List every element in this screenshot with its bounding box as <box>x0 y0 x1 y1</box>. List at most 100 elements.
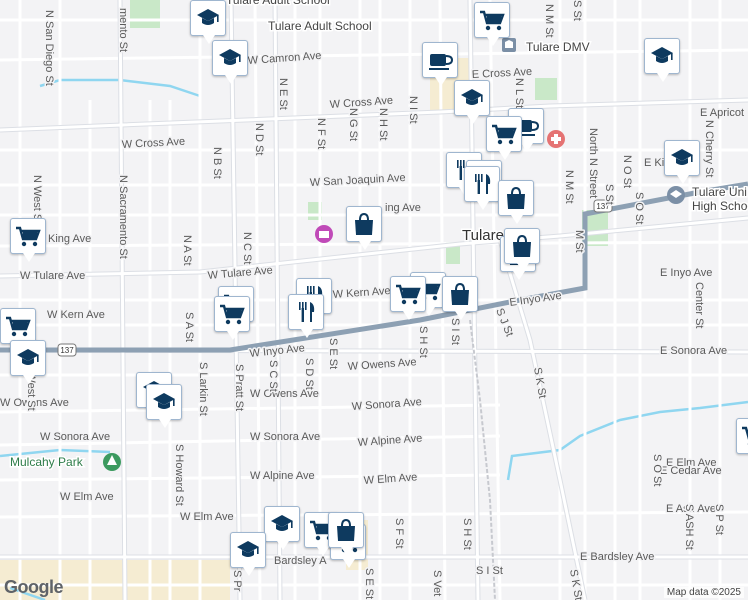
school-marker[interactable] <box>644 38 680 82</box>
city-label: Tulare <box>462 227 504 244</box>
shopping-cart-marker[interactable] <box>390 276 426 320</box>
restaurant-marker[interactable] <box>464 166 500 210</box>
shopping-bag-marker[interactable] <box>442 276 478 320</box>
street-label: North N Street <box>587 128 599 198</box>
street-label: N San Diego St <box>43 10 55 86</box>
street-label: E Sonora Ave <box>660 345 727 357</box>
map-base-layer: 137 137 W Camron Ave W Cross Ave W Cross… <box>0 0 748 600</box>
park-label: Mulcahy Park <box>10 455 84 469</box>
street-label: E Inyo Ave <box>660 267 712 279</box>
school-marker[interactable] <box>212 40 248 84</box>
school-icon <box>17 349 39 365</box>
shopping-cart-marker[interactable] <box>474 2 510 46</box>
street-label: S I St <box>476 565 503 577</box>
shopping-bag-icon <box>451 282 469 305</box>
street-label: S A St <box>183 312 195 342</box>
school-icon <box>237 541 259 557</box>
shopping-bag-icon <box>513 234 531 257</box>
school-icon <box>461 89 483 105</box>
shopping-cart-icon <box>742 426 748 445</box>
street-label: Bardsley A <box>274 555 327 567</box>
cafe-marker[interactable] <box>422 42 458 86</box>
street-label: S Larkin St <box>197 362 209 416</box>
shopping-cart-icon <box>220 304 245 325</box>
street-label: E Apricot <box>700 107 744 119</box>
shopping-cart-marker[interactable] <box>486 116 522 160</box>
shopping-cart-icon <box>396 284 421 305</box>
school-marker[interactable] <box>664 140 700 184</box>
street-label: N I St <box>407 96 419 124</box>
street-label: N G St <box>347 108 359 141</box>
poi-label: Tulare Uni <box>692 185 747 199</box>
street-label: N M St <box>563 170 575 204</box>
google-logo: Google <box>4 577 64 597</box>
school-poi-icon[interactable] <box>667 186 685 204</box>
cafe-icon <box>429 54 454 70</box>
restaurant-icon <box>475 174 491 194</box>
hospital-icon[interactable] <box>547 130 565 148</box>
street-label: S D St <box>303 358 315 390</box>
shopping-cart-icon <box>480 10 505 31</box>
shopping-bag-marker[interactable] <box>498 180 534 224</box>
school-marker[interactable] <box>454 80 490 124</box>
street-label: S Howard St <box>173 444 185 506</box>
street-label: S H St <box>461 518 473 550</box>
street-label: N D St <box>253 123 265 155</box>
school-marker[interactable] <box>146 384 182 428</box>
restaurant-icon <box>299 302 315 322</box>
shopping-cart-marker[interactable] <box>214 296 250 340</box>
school-marker[interactable] <box>264 506 300 550</box>
street-label: W Elm Ave <box>60 491 114 503</box>
school-marker[interactable] <box>230 532 266 576</box>
shopping-bag-marker[interactable] <box>346 206 382 250</box>
street-label: N West St <box>31 175 43 224</box>
street-label: S O St <box>651 454 663 486</box>
restaurant-marker[interactable] <box>288 294 324 338</box>
street-label: N Cherry St <box>703 120 715 177</box>
school-icon <box>219 49 241 65</box>
street-label: W Elm Ave <box>180 511 234 523</box>
school-marker[interactable] <box>190 0 226 44</box>
shopping-bag-icon <box>355 212 373 235</box>
street-label: N H St <box>377 108 389 140</box>
street-label: S C St <box>267 360 279 392</box>
highway-shield: 137 <box>57 343 77 357</box>
street-label: Center St <box>693 282 705 328</box>
shopping-bag-marker[interactable] <box>504 228 540 272</box>
street-label: S Pr <box>231 570 243 592</box>
street-label: N L St <box>513 78 525 108</box>
shopping-cart-icon <box>16 226 41 247</box>
museum-icon[interactable] <box>315 225 333 243</box>
street-label: W Sonora Ave <box>250 431 320 443</box>
street-label: E Cedar Ave <box>660 465 722 477</box>
street-label: W Kern Ave <box>47 309 105 321</box>
shopping-cart-marker[interactable] <box>10 218 46 262</box>
street-label: ing Ave <box>385 202 421 214</box>
street-label: N B St <box>211 147 223 179</box>
street-label: N C St <box>241 232 253 264</box>
shopping-cart-marker[interactable] <box>0 308 36 352</box>
street-label: S H St <box>417 326 429 358</box>
street-label: King Ave <box>48 233 91 245</box>
street-label: E Bardsley Ave <box>580 551 654 563</box>
street-label: W Tulare Ave <box>20 270 85 282</box>
school-marker[interactable] <box>10 340 46 384</box>
street-label: S E St <box>363 568 375 599</box>
street-label: N F St <box>315 118 327 149</box>
dmv-icon <box>502 38 516 52</box>
street-label: S P St <box>713 504 725 535</box>
park-tree-icon[interactable] <box>103 453 121 471</box>
street-label: S E St <box>327 338 339 369</box>
map-view[interactable]: 137 137 W Camron Ave W Cross Ave W Cross… <box>0 0 748 600</box>
street-label: N A St <box>181 235 193 266</box>
street-label: N Sacramento St <box>117 175 129 259</box>
park-area <box>130 0 160 28</box>
poi-label: Tulare DMV <box>526 40 590 54</box>
school-icon <box>651 47 673 63</box>
shopping-bag-marker[interactable] <box>328 512 364 556</box>
park-area <box>535 78 557 100</box>
school-icon <box>271 515 293 531</box>
shopping-cart-marker[interactable] <box>736 418 748 454</box>
shopping-cart-icon <box>6 316 31 337</box>
street-label: N M St <box>543 4 555 38</box>
